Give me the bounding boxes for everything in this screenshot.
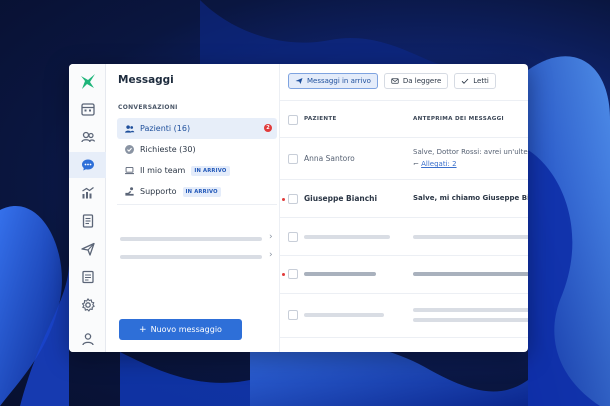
paperclip-icon: ⌐ <box>413 160 419 168</box>
support-icon <box>123 186 135 198</box>
chevron-right-icon[interactable]: › <box>269 232 273 242</box>
mail-icon <box>391 77 399 85</box>
table-header: PAZIENTE ANTEPRIMA DEI MESSAGGI <box>280 100 528 138</box>
message-preview: Salve, mi chiamo Giuseppe Bianchi e ho <box>413 194 528 202</box>
calendar-icon[interactable] <box>69 96 106 122</box>
table-row <box>280 218 528 256</box>
filter-label: Letti <box>473 77 489 85</box>
patient-name: Giuseppe Bianchi <box>304 194 378 203</box>
settings-icon[interactable] <box>69 292 106 318</box>
chevron-right-icon[interactable]: › <box>269 250 273 260</box>
placeholder-line <box>304 313 384 317</box>
row-checkbox[interactable] <box>288 154 298 164</box>
panel-divider <box>117 204 277 205</box>
conversation-item-supporto[interactable]: Supporto IN ARRIVO <box>117 181 277 202</box>
section-label: CONVERSAZIONI <box>118 104 178 111</box>
filter-label: Da leggere <box>402 77 442 85</box>
incoming-badge: IN ARRIVO <box>191 165 230 176</box>
messages-window: Messaggi CONVERSAZIONI Pazienti (16) 2 R… <box>69 64 528 352</box>
conversation-label: Pazienti (16) <box>140 124 191 133</box>
filter-label: Messaggi in arrivo <box>307 77 371 85</box>
check-circle-icon <box>123 144 135 156</box>
patient-name: Anna Santoro <box>304 154 355 163</box>
check-icon <box>461 77 469 85</box>
column-header-patient: PAZIENTE <box>304 116 337 122</box>
row-checkbox[interactable] <box>288 194 298 204</box>
send-icon[interactable] <box>69 236 106 262</box>
document-icon[interactable] <box>69 208 106 234</box>
stats-icon[interactable] <box>69 180 106 206</box>
conversation-label: Il mio team <box>140 166 186 175</box>
chat-icon[interactable] <box>69 152 106 178</box>
new-message-label: Nuovo messaggio <box>150 325 222 334</box>
table-row <box>280 294 528 338</box>
profile-icon[interactable] <box>69 326 106 352</box>
row-checkbox[interactable] <box>288 310 298 320</box>
table-row[interactable]: Giuseppe Bianchi Salve, mi chiamo Giusep… <box>280 180 528 218</box>
select-all-checkbox[interactable] <box>288 115 298 125</box>
send-icon <box>295 77 303 85</box>
attachment-label: Allegati: 2 <box>421 160 457 168</box>
placeholder-line <box>413 272 528 276</box>
conversation-item-richieste[interactable]: Richieste (30) <box>117 139 277 160</box>
message-preview: Salve, Dottor Rossi: avrei un'ulteriore … <box>413 148 528 156</box>
new-message-button[interactable]: + Nuovo messaggio <box>119 319 242 340</box>
unread-count-badge: 2 <box>264 124 272 132</box>
conversation-item-team[interactable]: Il mio team IN ARRIVO <box>117 160 277 181</box>
placeholder-line <box>120 255 262 259</box>
attachment-link[interactable]: ⌐ Allegati: 2 <box>413 160 457 168</box>
plus-icon: + <box>139 324 147 335</box>
table-row[interactable]: Anna Santoro Salve, Dottor Rossi: avrei … <box>280 138 528 180</box>
filter-unread-button[interactable]: Da leggere <box>383 73 449 89</box>
app-logo-icon <box>81 74 95 89</box>
row-checkbox[interactable] <box>288 269 298 279</box>
unread-dot <box>282 273 285 276</box>
laptop-icon <box>123 165 135 177</box>
patients-icon[interactable] <box>69 124 106 150</box>
conversation-label: Richieste (30) <box>140 145 196 154</box>
placeholder-line <box>120 237 262 241</box>
unread-dot <box>282 198 285 201</box>
conversations-panel: Messaggi CONVERSAZIONI Pazienti (16) 2 R… <box>106 64 280 352</box>
column-header-preview: ANTEPRIMA DEI MESSAGGI <box>413 116 504 122</box>
conversation-item-pazienti[interactable]: Pazienti (16) 2 <box>117 118 277 139</box>
filter-read-button[interactable]: Letti <box>454 73 496 89</box>
page-title: Messaggi <box>118 74 174 86</box>
placeholder-line <box>413 308 528 312</box>
filter-inbox-button[interactable]: Messaggi in arrivo <box>288 73 378 89</box>
conversation-label: Supporto <box>140 187 177 196</box>
placeholder-line <box>304 235 390 239</box>
nav-rail <box>69 64 106 352</box>
table-row <box>280 256 528 294</box>
incoming-badge: IN ARRIVO <box>182 186 221 197</box>
filter-toolbar: Messaggi in arrivo Da leggere Letti <box>288 73 496 89</box>
placeholder-line <box>413 235 528 239</box>
placeholder-line <box>413 318 528 322</box>
messages-list: Messaggi in arrivo Da leggere Letti PAZI… <box>280 64 528 352</box>
placeholder-line <box>304 272 376 276</box>
patients-icon <box>123 123 135 135</box>
notes-icon[interactable] <box>69 264 106 290</box>
row-checkbox[interactable] <box>288 232 298 242</box>
